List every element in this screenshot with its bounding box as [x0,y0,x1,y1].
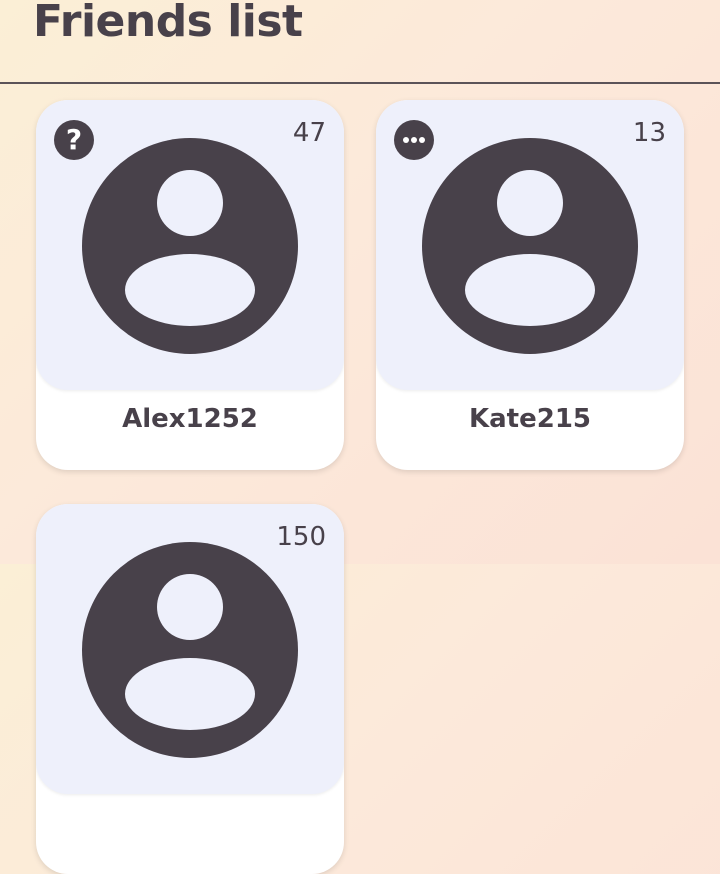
friend-card-avatar-area: 150 [36,504,344,794]
friend-name: Kate215 [468,404,592,434]
friend-card-kate215[interactable]: 13 Kate215 [376,100,684,470]
friend-card-partial[interactable]: 150 [36,504,344,874]
page-title: Friends list [33,0,303,47]
header-divider [0,82,720,84]
friend-name: Alex1252 [122,404,258,434]
friend-card-alex1252[interactable]: ? 47 Alex1252 [36,100,344,470]
avatar-placeholder-icon [422,138,638,354]
friend-card-avatar-area: ? 47 [36,100,344,390]
avatar-placeholder-icon [82,138,298,354]
friend-card-avatar-area: 13 [376,100,684,390]
avatar-placeholder-icon [82,542,298,758]
